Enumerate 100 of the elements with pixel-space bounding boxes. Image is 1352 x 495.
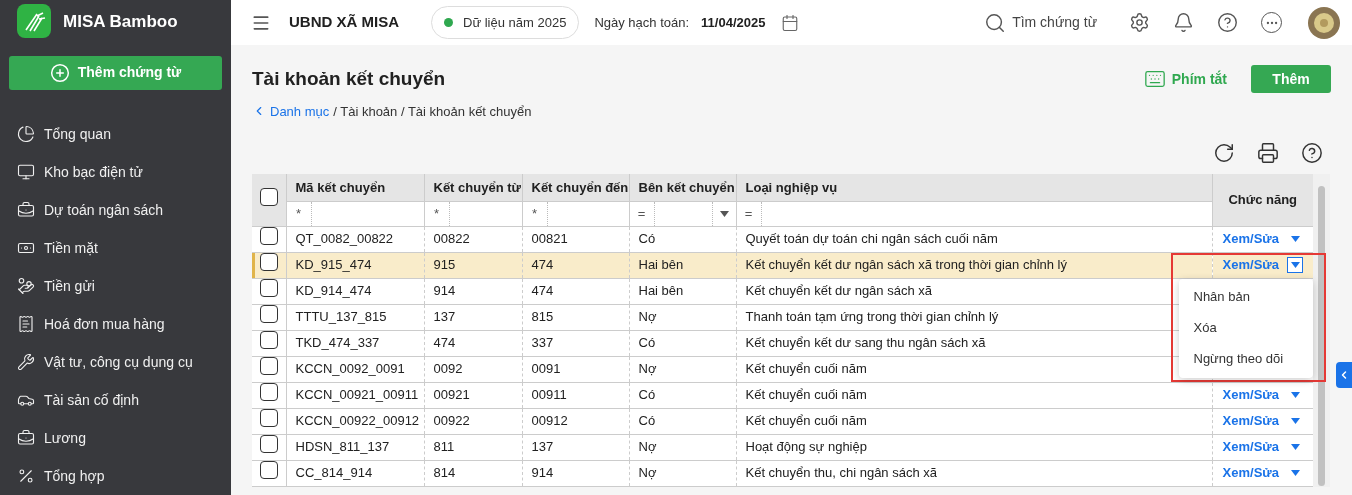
checkbox[interactable] bbox=[259, 435, 278, 454]
sidebar-item[interactable]: Tổng quan bbox=[0, 115, 231, 153]
checkbox[interactable] bbox=[259, 357, 278, 376]
table-row[interactable]: QT_0082_00822 00822 00821 Có Quyết toán dự toán chi ngân sách cuối năm Xem/Sửa bbox=[252, 226, 1313, 252]
sidebar-item[interactable]: Tổng hợp bbox=[0, 457, 231, 495]
checkbox[interactable] bbox=[259, 253, 278, 272]
avatar[interactable] bbox=[1308, 6, 1340, 39]
table-cell: Kết chuyển cuối năm bbox=[736, 382, 1212, 408]
checkbox[interactable] bbox=[259, 227, 278, 246]
view-edit-link[interactable]: Xem/Sửa bbox=[1222, 385, 1279, 405]
caret-icon bbox=[1290, 236, 1300, 242]
table-row[interactable]: KCCN_00922_00912 00922 00912 Có Kết chuyển cuối năm Xem/Sửa bbox=[252, 408, 1313, 434]
view-edit-link[interactable]: Xem/Sửa bbox=[1222, 255, 1279, 275]
sidebar-item[interactable]: Vật tư, công cụ dụng cụ bbox=[0, 343, 231, 381]
table-cell: HDSN_811_137 bbox=[286, 434, 424, 460]
table-cell: 815 bbox=[522, 304, 629, 330]
app-name: MISA Bamboo bbox=[63, 10, 178, 33]
table-cell: Có bbox=[629, 382, 736, 408]
pie-chart-icon bbox=[17, 125, 35, 143]
dropdown-toggle[interactable] bbox=[1287, 257, 1303, 273]
checkbox[interactable] bbox=[259, 383, 278, 402]
table-cell: CC_814_914 bbox=[286, 460, 424, 486]
table-cell: 00922 bbox=[424, 408, 522, 434]
table-cell: Kết chuyển cuối năm bbox=[736, 408, 1212, 434]
column-header[interactable]: Mã kết chuyển bbox=[286, 174, 424, 201]
table-row[interactable]: HDSN_811_137 811 137 Nợ Hoạt động sự nghiệp Xem/Sửa bbox=[252, 434, 1313, 460]
table-cell: Có bbox=[629, 226, 736, 252]
table-cell: 474 bbox=[522, 252, 629, 278]
print-icon[interactable] bbox=[1257, 142, 1279, 164]
refresh-icon[interactable] bbox=[1213, 142, 1235, 164]
sidebar-item[interactable]: Dự toán ngân sách bbox=[0, 191, 231, 229]
filter-field[interactable]: = bbox=[736, 201, 1212, 226]
table-cell: 00912 bbox=[522, 408, 629, 434]
table-cell: Kết chuyển thu, chi ngân sách xã bbox=[736, 460, 1212, 486]
view-edit-link[interactable]: Xem/Sửa bbox=[1222, 463, 1279, 483]
sidebar-item[interactable]: Tiền gửi bbox=[0, 267, 231, 305]
table-cell: Nợ bbox=[629, 434, 736, 460]
caret-icon bbox=[1290, 392, 1300, 398]
table-cell: Nợ bbox=[629, 460, 736, 486]
table-cell: Hai bên bbox=[629, 252, 736, 278]
caret-icon bbox=[1290, 262, 1300, 268]
view-edit-link[interactable]: Xem/Sửa bbox=[1222, 411, 1279, 431]
sidebar-item[interactable]: Lương bbox=[0, 419, 231, 457]
column-header[interactable]: Kết chuyển từ bbox=[424, 174, 522, 201]
checkbox[interactable] bbox=[259, 305, 278, 324]
column-header[interactable]: Loại nghiệp vụ bbox=[736, 174, 1212, 201]
filter-field[interactable]: * bbox=[286, 201, 424, 226]
table-cell: 00921 bbox=[424, 382, 522, 408]
scrollbar[interactable] bbox=[1313, 174, 1330, 487]
filter-field[interactable]: = bbox=[629, 201, 736, 226]
sidebar-item[interactable]: Tài sản cố định bbox=[0, 381, 231, 419]
sidebar-item[interactable]: Kho bạc điện tử bbox=[0, 153, 231, 191]
column-header[interactable]: Kết chuyển đến bbox=[522, 174, 629, 201]
table-cell: 0091 bbox=[522, 356, 629, 382]
column-header[interactable]: Bên kết chuyển bbox=[629, 174, 736, 201]
help-icon[interactable] bbox=[1217, 12, 1238, 33]
settings-icon[interactable] bbox=[1129, 12, 1150, 33]
plus-icon bbox=[49, 63, 70, 83]
caret-icon bbox=[1290, 418, 1300, 424]
filter-field[interactable]: * bbox=[522, 201, 629, 226]
bamboo-logo-icon bbox=[17, 4, 51, 39]
sidebar-item[interactable]: Tiền mặt bbox=[0, 229, 231, 267]
table-cell: 00911 bbox=[522, 382, 629, 408]
table-cell: 915 bbox=[424, 252, 522, 278]
checkbox[interactable] bbox=[259, 409, 278, 428]
table-cell: 137 bbox=[522, 434, 629, 460]
posting-date[interactable]: 11/04/2025 bbox=[701, 12, 766, 33]
table-cell: KCCN_00922_00912 bbox=[286, 408, 424, 434]
filter-field[interactable]: * bbox=[424, 201, 522, 226]
column-header: Chức năng bbox=[1212, 174, 1313, 226]
posting-date-label: Ngày hạch toán: bbox=[594, 13, 690, 32]
checkbox[interactable] bbox=[259, 188, 278, 206]
briefcase-icon bbox=[17, 429, 35, 447]
table-cell: Quyết toán dự toán chi ngân sách cuối năm bbox=[736, 226, 1212, 252]
breadcrumb-link[interactable]: Danh mục bbox=[252, 101, 330, 121]
search-button[interactable]: Tìm chứng từ bbox=[984, 11, 1097, 34]
table-cell: QT_0082_00822 bbox=[286, 226, 424, 252]
calendar-icon[interactable] bbox=[781, 13, 800, 32]
checkbox[interactable] bbox=[259, 279, 278, 298]
table-cell: KD_914_474 bbox=[286, 278, 424, 304]
table-cell: 337 bbox=[522, 330, 629, 356]
checkbox[interactable] bbox=[259, 331, 278, 350]
sidebar-item[interactable]: Hoá đơn mua hàng bbox=[0, 305, 231, 343]
caret-icon bbox=[1290, 470, 1300, 476]
table-cell: Nợ bbox=[629, 356, 736, 382]
briefcase-icon bbox=[17, 201, 35, 219]
bell-icon[interactable] bbox=[1173, 12, 1194, 33]
table-cell: 814 bbox=[424, 460, 522, 486]
view-edit-link[interactable]: Xem/Sửa bbox=[1222, 229, 1279, 249]
table-row[interactable]: KCCN_00921_00911 00921 00911 Có Kết chuyển cuối năm Xem/Sửa bbox=[252, 382, 1313, 408]
table-row[interactable]: CC_814_914 814 914 Nợ Kết chuyển thu, chi ngân sách xã Xem/Sửa bbox=[252, 460, 1313, 486]
table-cell: 474 bbox=[522, 278, 629, 304]
panel-toggle-tab[interactable] bbox=[1336, 362, 1352, 388]
help-icon[interactable] bbox=[1301, 142, 1323, 164]
table-cell: 474 bbox=[424, 330, 522, 356]
table-cell: 137 bbox=[424, 304, 522, 330]
view-edit-link[interactable]: Xem/Sửa bbox=[1222, 437, 1279, 457]
checkbox[interactable] bbox=[259, 461, 278, 480]
table-cell: 914 bbox=[522, 460, 629, 486]
table-cell: TKD_474_337 bbox=[286, 330, 424, 356]
